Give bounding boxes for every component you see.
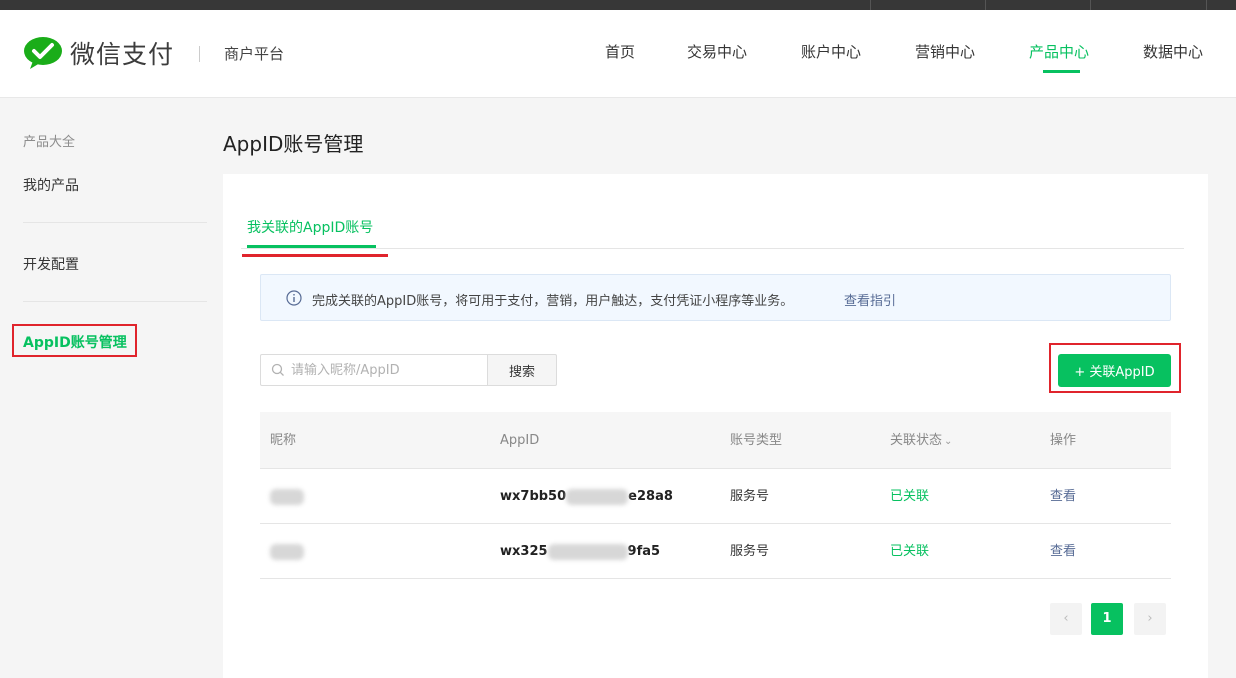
sidebar-divider bbox=[23, 301, 207, 302]
pagination-next-button[interactable]: › bbox=[1134, 603, 1166, 635]
notice-guide-link[interactable]: 查看指引 bbox=[844, 290, 896, 309]
tab-baseline bbox=[241, 248, 1184, 249]
logo-divider bbox=[199, 46, 200, 62]
appid-suffix: 9fa5 bbox=[627, 544, 661, 559]
search-icon bbox=[271, 363, 284, 376]
column-header-action: 操作 bbox=[1050, 433, 1077, 448]
top-strip-divider bbox=[1090, 0, 1091, 10]
chevron-down-icon: ⌄ bbox=[944, 436, 953, 447]
nickname-cell bbox=[270, 524, 304, 579]
nav-account[interactable]: 账户中心 bbox=[801, 41, 861, 62]
view-link[interactable]: 查看 bbox=[1050, 524, 1076, 579]
redacted-appid bbox=[566, 488, 629, 505]
top-strip bbox=[0, 0, 1236, 10]
sidebar-item-my-products[interactable]: 我的产品 bbox=[23, 175, 79, 195]
table-header: 昵称 AppID 账号类型 关联状态 ⌄ 操作 bbox=[260, 412, 1171, 469]
content-card: 我关联的AppID账号 完成关联的AppID账号，将可用于支付，营销，用户触达，… bbox=[223, 174, 1208, 678]
sidebar-divider bbox=[23, 222, 207, 223]
pagination-prev-button[interactable]: ‹ bbox=[1050, 603, 1082, 635]
search-box bbox=[260, 354, 488, 386]
column-header-status[interactable]: 关联状态 ⌄ bbox=[890, 412, 952, 470]
status-cell: 已关联 bbox=[890, 489, 930, 504]
nav-home[interactable]: 首页 bbox=[605, 41, 635, 62]
sidebar-item-dev-config[interactable]: 开发配置 bbox=[23, 254, 79, 274]
nickname-cell bbox=[270, 469, 304, 524]
appid-suffix: e28a8 bbox=[628, 489, 673, 504]
appid-table: 昵称 AppID 账号类型 关联状态 ⌄ 操作 wx7bb50 e28a8 服务号 … bbox=[260, 412, 1171, 579]
search-button[interactable]: 搜索 bbox=[487, 354, 557, 386]
table-row: wx7bb50 e28a8 服务号 已关联 查看 bbox=[260, 469, 1171, 524]
column-header-appid: AppID bbox=[500, 433, 540, 448]
column-header-status-label: 关联状态 bbox=[890, 433, 943, 448]
pagination-current-page[interactable]: 1 bbox=[1091, 603, 1123, 635]
top-strip-divider bbox=[1206, 0, 1207, 10]
info-notice: 完成关联的AppID账号，将可用于支付，营销，用户触达，支付凭证小程序等业务。 … bbox=[260, 274, 1171, 321]
sidebar-item-appid-management[interactable]: AppID账号管理 bbox=[23, 332, 127, 352]
appid-cell: wx325 9fa5 bbox=[500, 524, 660, 579]
appid-cell: wx7bb50 e28a8 bbox=[500, 469, 673, 524]
tab-linked-appid[interactable]: 我关联的AppID账号 bbox=[247, 217, 373, 237]
sidebar-group-label: 产品大全 bbox=[23, 135, 76, 150]
redacted-nickname bbox=[270, 543, 304, 560]
type-cell: 服务号 bbox=[730, 544, 770, 559]
add-appid-button[interactable]: + 关联AppID bbox=[1058, 354, 1171, 387]
info-icon bbox=[286, 290, 302, 306]
appid-prefix: wx7bb50 bbox=[500, 489, 567, 504]
table-row: wx325 9fa5 服务号 已关联 查看 bbox=[260, 524, 1171, 579]
type-cell: 服务号 bbox=[730, 489, 770, 504]
logo-text: 微信支付 bbox=[70, 40, 175, 69]
redacted-appid bbox=[547, 543, 628, 560]
sidebar: 产品大全 我的产品 开发配置 AppID账号管理 bbox=[0, 99, 222, 678]
notice-text: 完成关联的AppID账号，将可用于支付，营销，用户触达，支付凭证小程序等业务。 bbox=[312, 294, 794, 309]
status-cell: 已关联 bbox=[890, 544, 930, 559]
header: 微信支付 商户平台 首页 交易中心 账户中心 营销中心 产品中心 数据中心 bbox=[0, 10, 1236, 98]
nav-marketing[interactable]: 营销中心 bbox=[915, 41, 975, 62]
search-input[interactable] bbox=[291, 355, 481, 385]
nav-products[interactable]: 产品中心 bbox=[1029, 41, 1089, 62]
top-strip-divider bbox=[985, 0, 986, 10]
appid-prefix: wx325 bbox=[500, 544, 548, 559]
column-header-type: 账号类型 bbox=[730, 433, 783, 448]
column-header-nickname: 昵称 bbox=[270, 433, 297, 448]
platform-label: 商户平台 bbox=[224, 45, 285, 63]
view-link[interactable]: 查看 bbox=[1050, 469, 1076, 524]
page-title: AppID账号管理 bbox=[223, 132, 364, 156]
nav-transactions[interactable]: 交易中心 bbox=[687, 41, 747, 62]
nav-data[interactable]: 数据中心 bbox=[1143, 41, 1203, 62]
nav-active-indicator bbox=[1043, 70, 1080, 73]
top-strip-divider bbox=[870, 0, 871, 10]
wechat-pay-logo-icon bbox=[24, 37, 62, 69]
redacted-nickname bbox=[270, 488, 304, 505]
